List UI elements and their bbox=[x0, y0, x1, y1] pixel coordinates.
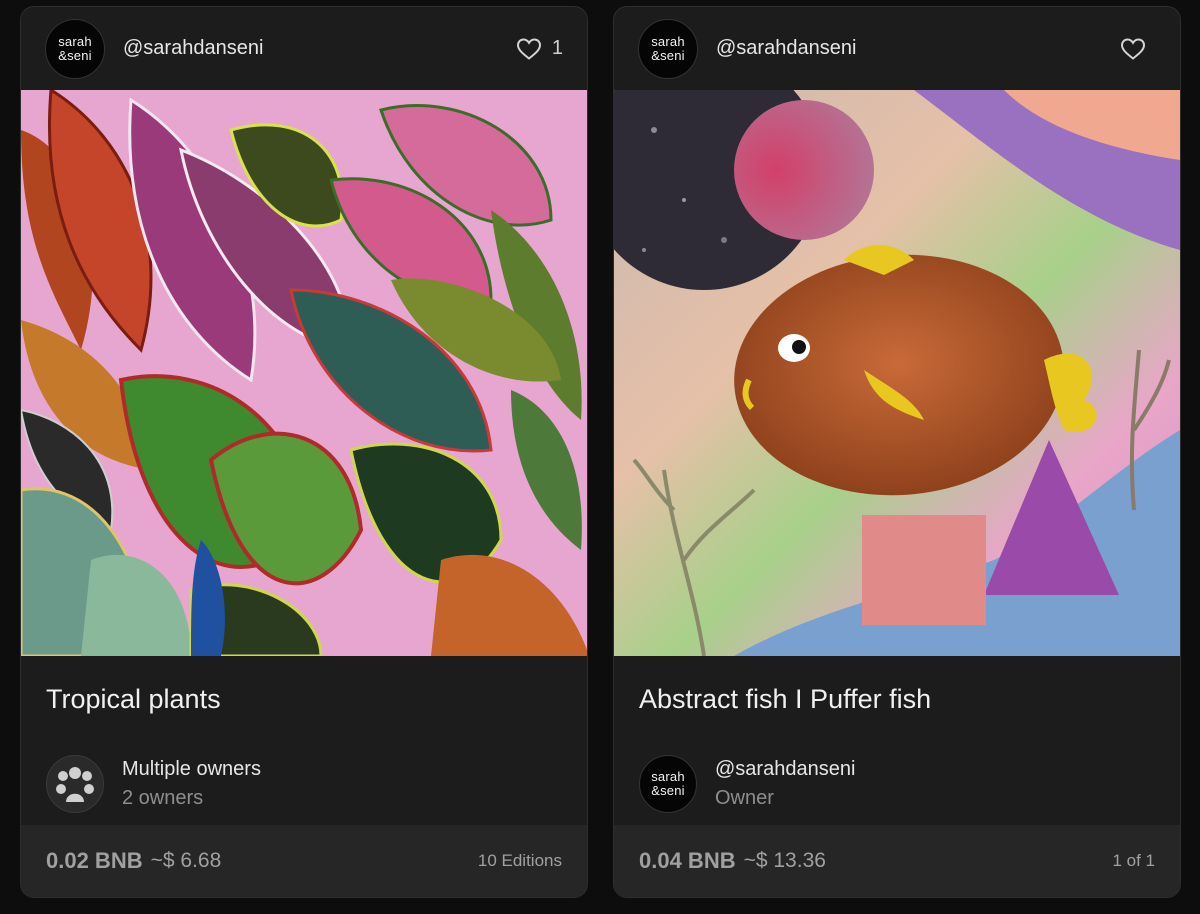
group-icon bbox=[46, 755, 104, 813]
owner-role: Owner bbox=[715, 787, 774, 809]
artwork-title[interactable]: Abstract fish I Puffer fish bbox=[614, 656, 1180, 736]
heart-outline-icon bbox=[1120, 37, 1146, 60]
creator-avatar[interactable]: sarah &seni bbox=[638, 18, 698, 79]
editions-count: 1 of 1 bbox=[1112, 851, 1155, 870]
price-bar: 0.04 BNB ~$ 13.36 1 of 1 bbox=[614, 825, 1180, 897]
price-bnb: 0.02 BNB bbox=[46, 848, 143, 873]
owner-info[interactable]: Multiple owners 2 owners bbox=[21, 736, 587, 824]
like-button[interactable]: 1 bbox=[516, 37, 563, 61]
owner-info[interactable]: sarah &seni @sarahdanseni Owner bbox=[614, 736, 1180, 824]
artwork-image[interactable] bbox=[21, 90, 587, 656]
price-usd: ~$ 6.68 bbox=[150, 849, 222, 872]
avatar-text-line2: &seni bbox=[58, 47, 92, 63]
avatar-text-line1: sarah bbox=[651, 769, 685, 784]
avatar-text-line1: sarah bbox=[651, 33, 685, 49]
owner-avatar: sarah &seni bbox=[639, 755, 697, 813]
artwork-title[interactable]: Tropical plants bbox=[21, 656, 587, 736]
card-header: sarah &seni @sarahdanseni bbox=[614, 7, 1180, 90]
creator-avatar[interactable]: sarah &seni bbox=[45, 18, 105, 79]
avatar-text-line2: &seni bbox=[651, 47, 685, 63]
avatar-text-line2: &seni bbox=[651, 783, 685, 798]
like-button[interactable] bbox=[1120, 37, 1156, 61]
creator-handle[interactable]: @sarahdanseni bbox=[123, 37, 263, 60]
price-bar: 0.02 BNB ~$ 6.68 10 Editions bbox=[21, 825, 587, 897]
heart-outline-icon bbox=[516, 37, 541, 60]
nft-card-grid: sarah &seni @sarahdanseni 1 Tropical pla… bbox=[20, 6, 1181, 898]
creator-handle[interactable]: @sarahdanseni bbox=[716, 37, 856, 60]
nft-card-tropical-plants[interactable]: sarah &seni @sarahdanseni 1 Tropical pla… bbox=[20, 6, 588, 898]
artwork-image[interactable] bbox=[614, 90, 1180, 656]
price-bnb: 0.04 BNB bbox=[639, 848, 736, 873]
owner-handle: @sarahdanseni bbox=[715, 758, 856, 780]
editions-count: 10 Editions bbox=[477, 851, 562, 870]
owner-label: Multiple owners bbox=[122, 758, 261, 780]
price-usd: ~$ 13.36 bbox=[743, 849, 826, 872]
avatar-text-line1: sarah bbox=[58, 33, 92, 49]
nft-card-abstract-fish[interactable]: sarah &seni @sarahdanseni Abstract fish … bbox=[613, 6, 1181, 898]
card-header: sarah &seni @sarahdanseni 1 bbox=[21, 7, 587, 90]
owner-count: 2 owners bbox=[122, 787, 204, 809]
like-count: 1 bbox=[551, 37, 563, 59]
